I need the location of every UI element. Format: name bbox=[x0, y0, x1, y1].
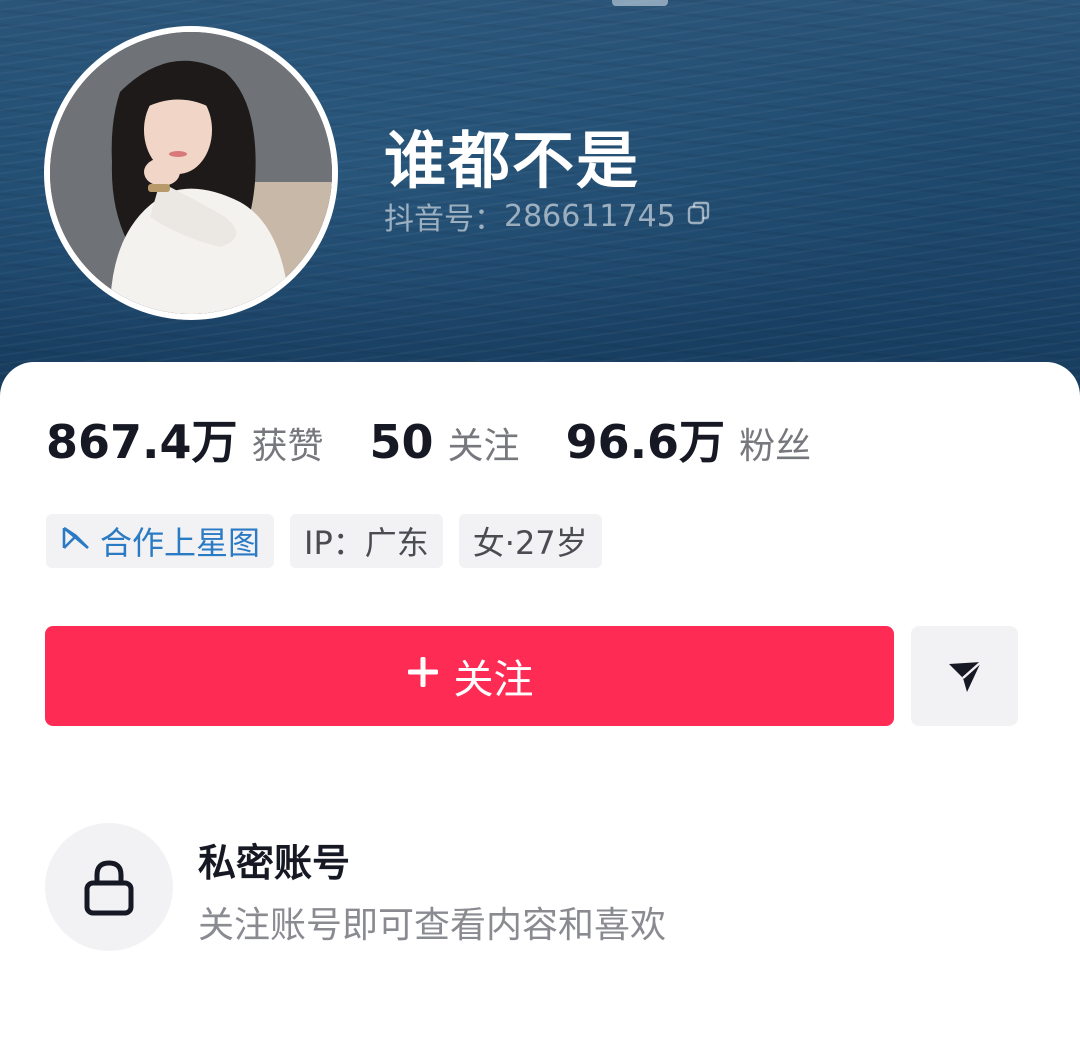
paper-plane-icon bbox=[948, 661, 982, 692]
follow-button[interactable]: 关注 bbox=[45, 626, 894, 726]
douyin-id-row[interactable]: 抖音号： 286611745 bbox=[384, 194, 712, 238]
avatar-photo-icon bbox=[50, 32, 332, 314]
follow-button-label: 关注 bbox=[453, 657, 534, 703]
stat-following[interactable]: 50 关注 bbox=[370, 415, 520, 469]
tag-star-map[interactable]: 合作上星图 bbox=[46, 514, 275, 568]
nickname: 谁都不是 bbox=[384, 124, 641, 197]
message-button[interactable] bbox=[911, 626, 1018, 726]
copy-icon[interactable] bbox=[686, 199, 712, 234]
following-label: 关注 bbox=[447, 426, 520, 467]
lock-icon bbox=[84, 860, 134, 916]
tags-row: 合作上星图 IP：广东 女·27岁 bbox=[46, 514, 618, 568]
stats-row: 867.4万 获赞 50 关注 96.6万 粉丝 bbox=[46, 406, 857, 472]
tag-ip: IP：广东 bbox=[290, 514, 443, 568]
stat-likes[interactable]: 867.4万 获赞 bbox=[46, 406, 324, 472]
tag-gender-age: 女·27岁 bbox=[458, 514, 602, 568]
followers-label: 粉丝 bbox=[739, 426, 812, 467]
avatar[interactable] bbox=[50, 32, 332, 314]
star-map-icon bbox=[60, 522, 92, 560]
douyin-id-label: 抖音号： bbox=[384, 202, 504, 237]
following-count: 50 bbox=[369, 415, 434, 469]
private-account-title: 私密账号 bbox=[198, 841, 351, 885]
likes-label: 获赞 bbox=[251, 426, 324, 467]
profile-page: 谁都不是 抖音号： 286611745 867.4万 获赞 50 关注 96.6… bbox=[0, 0, 1080, 1046]
cover-boat bbox=[612, 0, 668, 6]
douyin-id-value: 286611745 bbox=[504, 198, 676, 234]
likes-count: 867.4万 bbox=[46, 415, 238, 469]
stat-followers[interactable]: 96.6万 粉丝 bbox=[566, 406, 812, 472]
tag-star-label: 合作上星图 bbox=[100, 524, 261, 562]
private-account-desc: 关注账号即可查看内容和喜欢 bbox=[198, 905, 667, 946]
lock-circle bbox=[45, 823, 173, 951]
followers-count: 96.6万 bbox=[565, 415, 726, 469]
plus-icon bbox=[406, 653, 440, 699]
